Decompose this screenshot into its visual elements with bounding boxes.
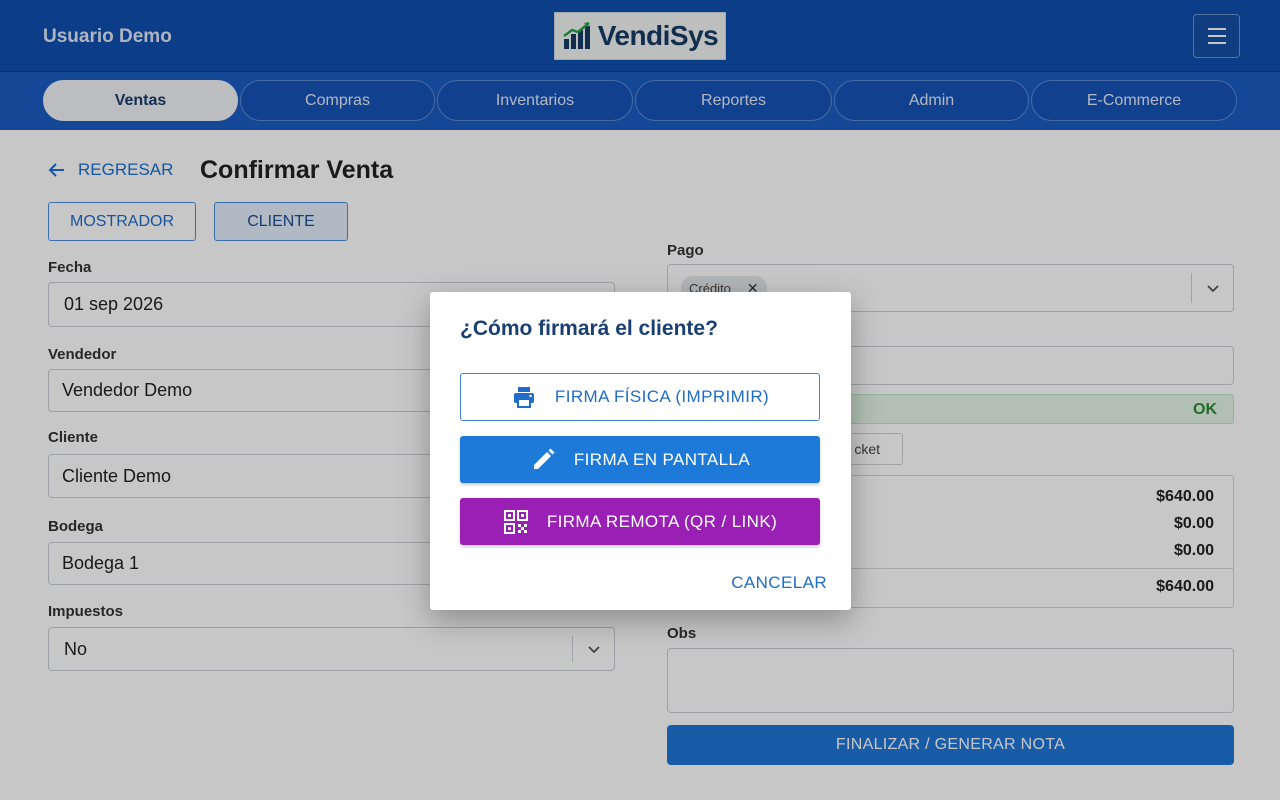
pencil-icon bbox=[533, 448, 555, 469]
signature-dialog: ¿Cómo firmará el cliente? FIRMA FÍSICA (… bbox=[430, 292, 851, 610]
firma-fisica-button[interactable]: FIRMA FÍSICA (IMPRIMIR) bbox=[460, 373, 820, 421]
firma-fisica-label: FIRMA FÍSICA (IMPRIMIR) bbox=[554, 387, 770, 406]
firma-remota-button[interactable]: FIRMA REMOTA (QR / LINK) bbox=[460, 498, 820, 545]
firma-pantalla-label: FIRMA EN PANTALLA bbox=[573, 449, 751, 469]
firma-remota-label: FIRMA REMOTA (QR / LINK) bbox=[546, 511, 778, 531]
firma-pantalla-button[interactable]: FIRMA EN PANTALLA bbox=[460, 436, 820, 483]
dialog-title: ¿Cómo firmará el cliente? bbox=[460, 317, 718, 340]
qr-code-icon bbox=[503, 509, 528, 534]
printer-icon bbox=[513, 387, 534, 408]
cancel-button[interactable]: CANCELAR bbox=[731, 573, 827, 593]
